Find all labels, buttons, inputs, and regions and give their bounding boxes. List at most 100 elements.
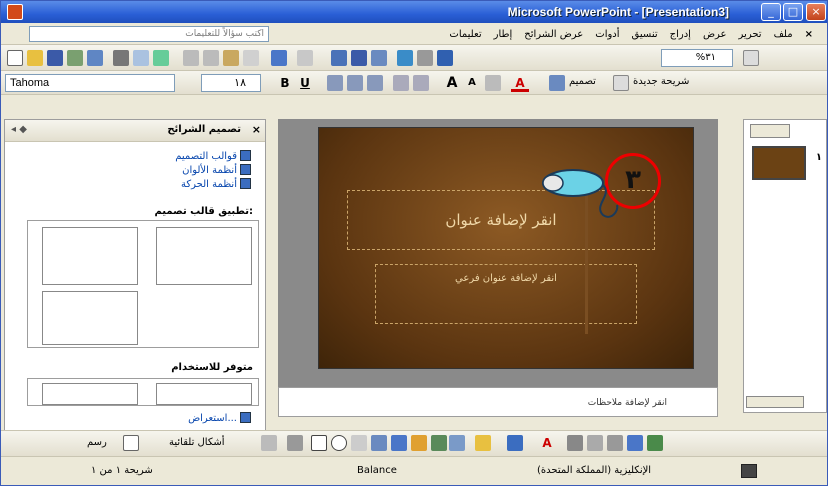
spelling-icon[interactable] [153, 50, 169, 66]
menu-help[interactable]: تعليمات [449, 29, 481, 40]
zoom-box[interactable]: %٣١ [661, 49, 733, 67]
design-button[interactable]: تصميم [569, 76, 596, 87]
oval-icon[interactable] [331, 435, 347, 451]
view-buttons[interactable] [746, 396, 804, 408]
shadow-icon[interactable] [627, 435, 643, 451]
link-color-schemes[interactable]: أنظمة الألوان [182, 164, 251, 176]
available-thumb-2[interactable] [156, 383, 252, 405]
increase-font-icon[interactable]: A [443, 74, 461, 92]
save-icon[interactable] [47, 50, 63, 66]
slides-pane: ١ [743, 119, 827, 413]
line-icon[interactable] [261, 435, 277, 451]
decrease-font-icon[interactable]: A [463, 74, 481, 92]
textbox-icon[interactable] [351, 435, 367, 451]
dash-style-icon[interactable] [587, 435, 603, 451]
show-formatting-icon[interactable] [417, 50, 433, 66]
menu-format[interactable]: تنسيق [632, 29, 658, 40]
email-icon[interactable] [87, 50, 103, 66]
template-thumb-3[interactable] [42, 291, 138, 345]
menu-insert[interactable]: إدراج [670, 29, 691, 40]
insert-image-icon[interactable] [449, 435, 465, 451]
select-pointer-icon[interactable] [123, 435, 139, 451]
align-left-icon[interactable] [367, 75, 383, 91]
ask-question-input[interactable]: اكتب سؤالاً للتعليمات [29, 26, 269, 42]
template-thumb-1[interactable] [42, 227, 138, 285]
line-color-icon[interactable] [507, 435, 523, 451]
copy-icon[interactable] [203, 50, 219, 66]
rectangle-icon[interactable] [311, 435, 327, 451]
close-button[interactable]: × [806, 3, 826, 21]
window-title: Microsoft PowerPoint - [Presentation3] [507, 5, 729, 19]
font-name-box[interactable]: Tahoma [5, 74, 175, 92]
status-design-name: Balance [357, 465, 397, 476]
numbering-icon[interactable] [393, 75, 409, 91]
insert-chart-icon[interactable] [331, 50, 347, 66]
slide-1-thumbnail[interactable] [752, 146, 806, 180]
browse-link[interactable]: استعراض... [188, 412, 251, 424]
arrow-style-icon[interactable] [607, 435, 623, 451]
print-icon[interactable] [113, 50, 129, 66]
print-preview-icon[interactable] [133, 50, 149, 66]
menu-view[interactable]: عرض [703, 29, 727, 40]
paste-icon[interactable] [223, 50, 239, 66]
slides-outline-tabs[interactable] [750, 124, 790, 138]
task-pane-slide-design: ◂ ◆ تصميم الشرائح × قوالب التصميم أنظمة … [4, 119, 266, 431]
maximize-button[interactable]: □ [783, 3, 803, 21]
new-icon[interactable] [7, 50, 23, 66]
fill-color-icon[interactable] [475, 435, 491, 451]
spelling-status-icon [741, 464, 757, 478]
clipart-icon[interactable] [411, 435, 427, 451]
menu-window[interactable]: إطار [494, 29, 513, 40]
wordart-icon[interactable] [371, 435, 387, 451]
font-color-icon[interactable]: A [511, 74, 529, 92]
permission-icon[interactable] [67, 50, 83, 66]
redo-icon[interactable] [297, 50, 313, 66]
font-color-draw-icon[interactable]: A [539, 434, 555, 452]
align-center-icon[interactable] [347, 75, 363, 91]
task-pane-close-icon[interactable]: × [252, 123, 261, 136]
help-icon[interactable] [743, 50, 759, 66]
bullets-icon[interactable] [413, 75, 429, 91]
minimize-button[interactable]: _ [761, 3, 781, 21]
insert-table-icon[interactable] [351, 50, 367, 66]
insert-picture-icon[interactable] [431, 435, 447, 451]
notes-pane[interactable]: انقر لإضافة ملاحظات [278, 387, 718, 417]
cut-icon[interactable] [183, 50, 199, 66]
align-right-icon[interactable] [327, 75, 343, 91]
status-language: الإنكليزية (المملكة المتحدة) [537, 465, 652, 476]
apply-template-heading: تطبيق قالب تصميم: [154, 206, 253, 217]
expand-all-icon[interactable] [397, 50, 413, 66]
draw-menu[interactable]: رسم [87, 437, 107, 448]
task-pane-nav-icon[interactable]: ◂ ◆ [11, 124, 27, 135]
powerpoint-app-icon[interactable] [7, 4, 23, 20]
decrease-indent-icon[interactable] [485, 75, 501, 91]
status-slide-count: شريحة ١ من ١ [91, 465, 153, 476]
subtitle-placeholder[interactable]: انقر لإضافة عنوان فرعي [375, 264, 637, 324]
link-animation-schemes[interactable]: أنظمة الحركة [181, 178, 251, 190]
arrow-icon[interactable] [287, 435, 303, 451]
autoshapes-menu[interactable]: أشكال تلقائية [169, 437, 225, 448]
open-icon[interactable] [27, 50, 43, 66]
grayscale-icon[interactable] [437, 50, 453, 66]
font-size-box[interactable]: ١٨ [201, 74, 261, 92]
menu-tools[interactable]: أدوات [595, 29, 619, 40]
menu-bar: اكتب سؤالاً للتعليمات × ملف تحرير عرض إد… [1, 23, 827, 45]
diagram-icon[interactable] [391, 435, 407, 451]
formatting-toolbar: Tahoma ١٨ B U A A A تصميم شريحة جديدة [1, 71, 827, 95]
color-schemes-icon [240, 164, 251, 175]
available-thumb-1[interactable] [42, 383, 138, 405]
tables-borders-icon[interactable] [371, 50, 387, 66]
underline-button[interactable]: U [297, 74, 313, 92]
menu-edit[interactable]: تحرير [739, 29, 762, 40]
undo-icon[interactable] [271, 50, 287, 66]
link-design-templates[interactable]: قوالب التصميم [175, 150, 251, 162]
line-style-icon[interactable] [567, 435, 583, 451]
format-painter-icon[interactable] [243, 50, 259, 66]
bold-button[interactable]: B [277, 74, 293, 92]
new-slide-button[interactable]: شريحة جديدة [633, 76, 689, 87]
menu-slideshow[interactable]: عرض الشرائح [524, 29, 583, 40]
template-thumb-2[interactable] [156, 227, 252, 285]
menu-file[interactable]: ملف [774, 29, 793, 40]
3d-icon[interactable] [647, 435, 663, 451]
close-document-icon[interactable]: × [805, 29, 813, 40]
